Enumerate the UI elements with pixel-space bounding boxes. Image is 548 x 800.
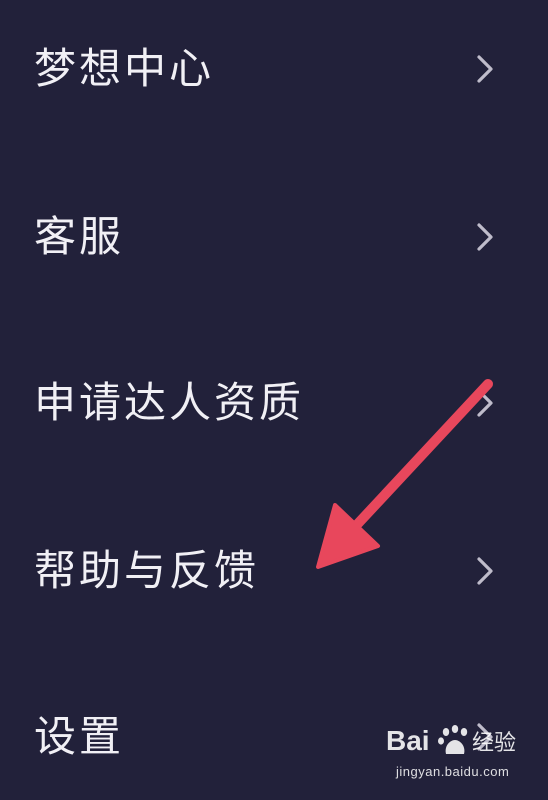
menu-item-label: 申请达人资质 xyxy=(34,378,305,427)
menu-item-dream-center[interactable]: 梦想中心 xyxy=(0,14,548,124)
baidu-logo-icon: Bai 经验 xyxy=(386,725,516,756)
chevron-right-icon xyxy=(477,389,493,417)
menu-item-label: 客服 xyxy=(34,212,125,261)
menu-item-help-feedback[interactable]: 帮助与反馈 xyxy=(0,516,548,626)
chevron-right-icon xyxy=(477,223,493,251)
chevron-right-icon xyxy=(477,55,493,83)
watermark-url: jingyan.baidu.com xyxy=(396,764,510,779)
svg-text:Bai: Bai xyxy=(386,725,430,756)
chevron-right-icon xyxy=(477,557,493,585)
menu-item-customer-service[interactable]: 客服 xyxy=(0,182,548,292)
settings-menu: 梦想中心 客服 申请达人资质 帮助与反馈 设置 xyxy=(0,0,548,800)
menu-item-label: 设置 xyxy=(34,712,125,761)
menu-item-apply-expert-qualification[interactable]: 申请达人资质 xyxy=(0,348,548,458)
menu-item-label: 梦想中心 xyxy=(34,44,215,93)
menu-item-label: 帮助与反馈 xyxy=(34,546,260,595)
baidu-jingyan-watermark: Bai 经验 jingyan.baidu.com xyxy=(384,718,534,782)
svg-text:经验: 经验 xyxy=(472,731,516,756)
